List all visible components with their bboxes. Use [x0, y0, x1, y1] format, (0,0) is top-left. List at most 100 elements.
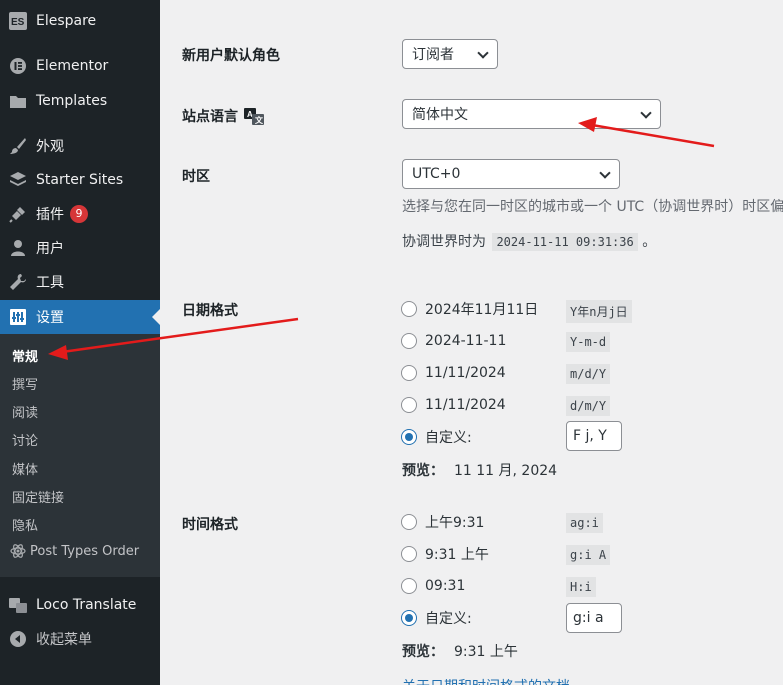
date-format-label: 日期格式	[182, 303, 238, 319]
default-role-label: 新用户默认角色	[182, 48, 280, 64]
menu-label: 插件	[36, 207, 64, 223]
plugin-update-badge: 9	[70, 205, 88, 223]
submenu-item-discussion[interactable]: 讨论	[12, 430, 38, 449]
svg-text:文: 文	[255, 115, 264, 125]
date-time-docs-link[interactable]: 关于日期和时间格式的文档	[402, 676, 570, 685]
menu-label: 设置	[36, 310, 64, 326]
date-format-option[interactable]: 11/11/2024	[401, 363, 506, 383]
radio-label: 2024-11-11	[425, 333, 507, 349]
date-format-preview: 预览： 11 11 月, 2024	[402, 460, 557, 480]
menu-label: Elementor	[36, 58, 109, 74]
radio-label: 自定义:	[425, 430, 472, 446]
menu-label: 外观	[36, 139, 64, 155]
format-code: Y-m-d	[566, 332, 611, 352]
radio-label: 2024年11月11日	[425, 302, 539, 318]
radio-button[interactable]	[401, 429, 417, 445]
select-value: 订阅者	[412, 47, 454, 63]
site-language-select[interactable]: 简体中文	[402, 99, 661, 129]
collapse-menu-button[interactable]: 收起菜单	[0, 622, 160, 656]
format-code: H:i	[566, 577, 596, 597]
default-role-select[interactable]: 订阅者	[402, 39, 498, 69]
folder-icon	[8, 91, 28, 111]
preview-label: 预览：	[402, 463, 444, 479]
radio-button[interactable]	[401, 578, 417, 594]
menu-label: 收起菜单	[36, 632, 92, 648]
date-format-option[interactable]: 2024-11-11	[401, 331, 506, 351]
submenu-item-privacy[interactable]: 隐私	[12, 515, 38, 534]
radio-label: 9:31 上午	[425, 547, 489, 563]
settings-main: 新用户默认角色 订阅者 站点语言 A文 简体中文 时区 UTC+0 选择与您在同…	[160, 0, 783, 685]
radio-button[interactable]	[401, 610, 417, 626]
radio-label: 上午9:31	[425, 515, 485, 531]
submenu-item-media[interactable]: 媒体	[12, 459, 38, 478]
select-value: UTC+0	[412, 166, 461, 182]
user-icon	[8, 238, 28, 258]
radio-button[interactable]	[401, 397, 417, 413]
date-format-option[interactable]: 2024年11月11日	[401, 299, 538, 319]
utc-time-code: 2024-11-11 09:31:36	[492, 233, 638, 251]
menu-label: Loco Translate	[36, 597, 137, 613]
date-format-custom-option[interactable]: 自定义:	[401, 427, 472, 447]
menu-item-starter-sites[interactable]: Starter Sites	[0, 163, 160, 197]
radio-label: 09:31	[425, 578, 466, 594]
menu-item-templates[interactable]: Templates	[0, 84, 160, 118]
utc-prefix: 协调世界时为	[402, 234, 486, 250]
time-format-option[interactable]: 9:31 上午	[401, 544, 489, 564]
menu-label: 工具	[36, 275, 64, 291]
radio-label: 自定义:	[425, 611, 472, 627]
site-language-label: 站点语言	[182, 109, 238, 125]
menu-label: 用户	[36, 241, 64, 257]
time-format-preview: 预览： 9:31 上午	[402, 641, 518, 661]
menu-item-appearance[interactable]: 外观	[0, 129, 160, 163]
site-language-label-row: 站点语言 A文	[182, 106, 264, 126]
custom-time-format-input[interactable]: g:i a	[566, 603, 622, 633]
menu-label: Elespare	[36, 13, 97, 29]
submenu-item-general[interactable]: 常规	[12, 346, 38, 365]
time-format-custom-option[interactable]: 自定义:	[401, 608, 472, 628]
submenu-item-reading[interactable]: 阅读	[12, 402, 38, 421]
timezone-select[interactable]: UTC+0	[402, 159, 620, 189]
menu-item-users[interactable]: 用户	[0, 231, 160, 265]
utc-suffix: 。	[642, 234, 657, 250]
menu-item-elementor[interactable]: Elementor	[0, 49, 160, 83]
menu-item-loco-translate[interactable]: Loco Translate	[0, 588, 160, 622]
translate-icon	[8, 595, 28, 615]
elementor-icon	[8, 56, 28, 76]
submenu-item-post-types-order[interactable]: Post Types Order	[10, 543, 139, 559]
utc-time-line: 协调世界时为 2024-11-11 09:31:36 。	[402, 231, 656, 251]
custom-date-format-input[interactable]: F j, Y	[566, 421, 622, 451]
radio-button[interactable]	[401, 301, 417, 317]
menu-item-elespare[interactable]: ES Elespare	[0, 4, 160, 38]
radio-label: 11/11/2024	[425, 397, 506, 413]
select-value: 简体中文	[412, 107, 468, 123]
elespare-logo-icon: ES	[8, 11, 28, 31]
submenu-item-permalinks[interactable]: 固定链接	[12, 487, 64, 506]
collapse-icon	[8, 629, 28, 649]
svg-text:ES: ES	[11, 17, 25, 28]
chevron-down-icon	[640, 107, 652, 119]
translate-icon: A文	[244, 107, 264, 125]
menu-item-plugins[interactable]: 插件 9	[0, 197, 160, 231]
format-code: m/d/Y	[566, 364, 611, 384]
radio-button[interactable]	[401, 333, 417, 349]
atom-icon	[10, 543, 26, 559]
time-format-option[interactable]: 09:31	[401, 576, 465, 596]
paintbrush-icon	[8, 136, 28, 156]
settings-icon	[8, 307, 28, 327]
preview-value: 9:31 上午	[454, 644, 518, 660]
radio-button[interactable]	[401, 546, 417, 562]
format-code: d/m/Y	[566, 396, 611, 416]
radio-button[interactable]	[401, 514, 417, 530]
radio-button[interactable]	[401, 365, 417, 381]
menu-item-tools[interactable]: 工具	[0, 265, 160, 299]
admin-sidebar: ES Elespare Elementor Templates 外观 Start…	[0, 0, 160, 685]
chevron-down-icon	[599, 167, 611, 179]
time-format-option[interactable]: 上午9:31	[401, 512, 484, 532]
active-menu-indicator	[152, 309, 160, 325]
menu-label: Templates	[36, 93, 108, 109]
preview-value: 11 11 月, 2024	[454, 463, 558, 479]
date-format-option[interactable]: 11/11/2024	[401, 395, 506, 415]
menu-item-settings[interactable]: 设置	[0, 300, 160, 334]
settings-submenu: 常规 撰写 阅读 讨论 媒体 固定链接 隐私 Post Types Order	[0, 334, 160, 577]
submenu-item-writing[interactable]: 撰写	[12, 374, 38, 393]
